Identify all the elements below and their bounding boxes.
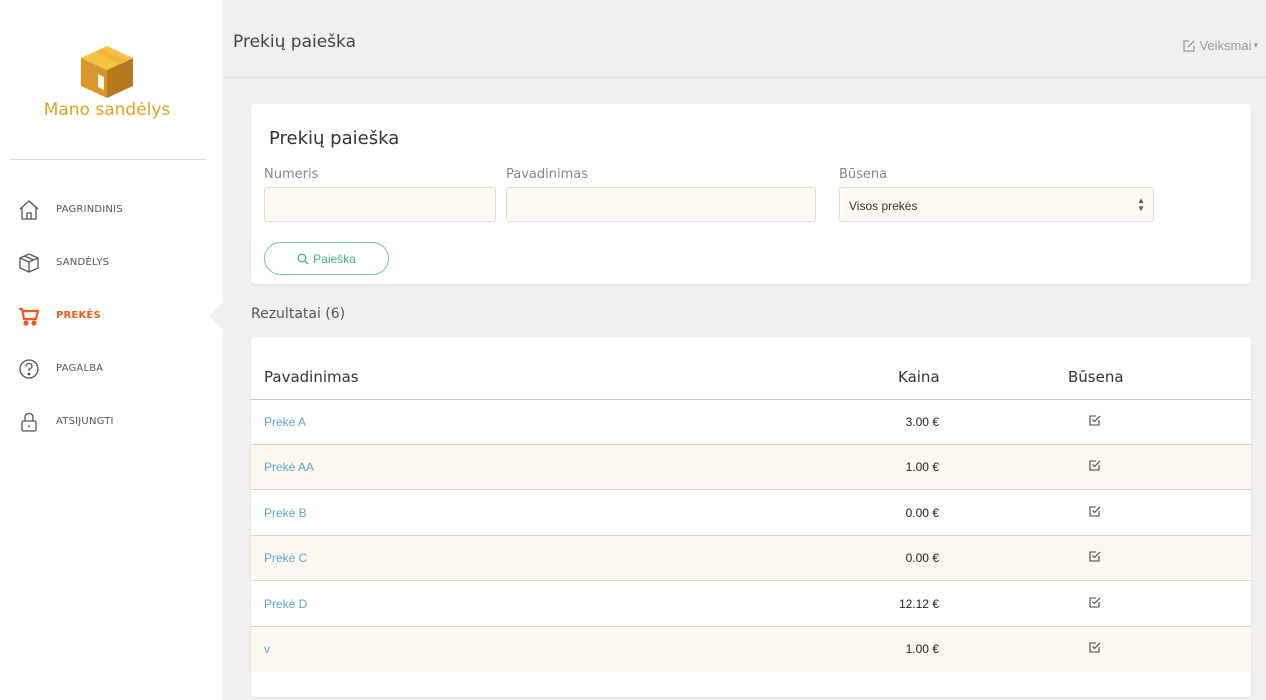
- results-title: Rezultatai (6): [251, 306, 346, 322]
- sidebar-item-atsijungti[interactable]: ATSIJUNGTI: [0, 395, 223, 448]
- table-row: Prekė A 3.00 €: [251, 400, 1251, 445]
- sidebar-item-prekes[interactable]: PREKĖS: [0, 289, 224, 342]
- checkbox-checked-icon: [1089, 549, 1101, 567]
- product-link[interactable]: Prekė C: [264, 551, 307, 565]
- price-cell: 0.00 €: [905, 506, 939, 520]
- sidebar: Mano sandėlys PAGRINDINIS SANDĖLYS PREKĖ…: [0, 0, 224, 700]
- actions-dropdown[interactable]: Veiksmai ▾: [1182, 38, 1258, 53]
- checkbox-checked-icon: [1089, 595, 1101, 613]
- page-title: Prekių paieška: [233, 32, 356, 52]
- table-row: v 1.00 €: [251, 627, 1251, 672]
- table-row: Prekė C 0.00 €: [251, 536, 1251, 581]
- price-cell: 1.00 €: [905, 460, 939, 474]
- status-select[interactable]: Visos prekės ▲ ▼: [839, 187, 1154, 222]
- lock-icon: [16, 409, 42, 435]
- checkbox-checked-icon: [1089, 458, 1101, 476]
- home-icon: [16, 197, 42, 223]
- name-input[interactable]: [506, 187, 816, 222]
- results-table: Pavadinimas Kaina Būsena Prekė A 3.00 € …: [251, 337, 1251, 697]
- search-card-title: Prekių paieška: [269, 128, 400, 149]
- table-row: Prekė B 0.00 €: [251, 491, 1251, 536]
- price-cell: 12.12 €: [898, 597, 939, 611]
- status-select-value: Visos prekės: [849, 199, 918, 213]
- actions-label: Veiksmai: [1199, 38, 1252, 53]
- sidebar-item-pagrindinis[interactable]: PAGRINDINIS: [0, 183, 223, 236]
- edit-icon: [1183, 39, 1196, 52]
- column-header-price: Kaina: [898, 368, 940, 386]
- sidebar-item-label: PAGALBA: [56, 363, 104, 374]
- status-label: Būsena: [839, 167, 888, 182]
- cart-icon: [16, 303, 42, 329]
- name-label: Pavadinimas: [506, 167, 588, 182]
- logo[interactable]: Mano sandėlys: [0, 44, 214, 120]
- page-header: Prekių paieška Veiksmai ▾: [223, 12, 1266, 78]
- logo-text: Mano sandėlys: [43, 100, 171, 120]
- product-link[interactable]: Prekė B: [264, 506, 307, 520]
- sidebar-item-label: SANDĖLYS: [56, 257, 110, 268]
- sidebar-item-sandelys[interactable]: SANDĖLYS: [0, 236, 223, 289]
- search-card: Prekių paieška Numeris Pavadinimas Būsen…: [251, 104, 1251, 284]
- price-cell: 3.00 €: [905, 415, 939, 429]
- chevron-down-icon: ▾: [1253, 40, 1258, 50]
- active-indicator: [209, 301, 224, 331]
- sidebar-nav: PAGRINDINIS SANDĖLYS PREKĖS PAGALBA ATSI…: [0, 183, 224, 448]
- box-icon: [16, 250, 42, 276]
- sidebar-item-pagalba[interactable]: PAGALBA: [0, 342, 223, 395]
- table-row: Prekė AA 1.00 €: [251, 445, 1251, 490]
- column-header-status: Būsena: [1068, 368, 1124, 386]
- sidebar-divider: [10, 159, 206, 160]
- price-cell: 0.00 €: [905, 551, 939, 565]
- product-link[interactable]: Prekė D: [264, 597, 307, 611]
- product-link[interactable]: Prekė AA: [264, 460, 314, 474]
- price-cell: 1.00 €: [905, 642, 939, 656]
- select-arrows-icon: ▲ ▼: [1137, 196, 1145, 213]
- logo-box-icon: [81, 46, 133, 98]
- search-icon: [297, 253, 309, 264]
- checkbox-checked-icon: [1089, 504, 1101, 522]
- sidebar-item-label: ATSIJUNGTI: [56, 416, 114, 427]
- table-row: Prekė D 12.12 €: [251, 582, 1251, 627]
- number-label: Numeris: [264, 167, 319, 182]
- sidebar-item-label: PREKĖS: [56, 310, 101, 321]
- search-button-label: Paieška: [313, 251, 356, 266]
- checkbox-checked-icon: [1089, 640, 1101, 658]
- product-link[interactable]: v: [264, 642, 270, 656]
- help-icon: [16, 356, 42, 382]
- product-link[interactable]: Prekė A: [264, 415, 306, 429]
- checkbox-checked-icon: [1089, 413, 1101, 431]
- number-input[interactable]: [264, 187, 496, 222]
- search-button[interactable]: Paieška: [264, 242, 389, 275]
- column-header-name: Pavadinimas: [264, 368, 359, 386]
- sidebar-item-label: PAGRINDINIS: [56, 204, 123, 215]
